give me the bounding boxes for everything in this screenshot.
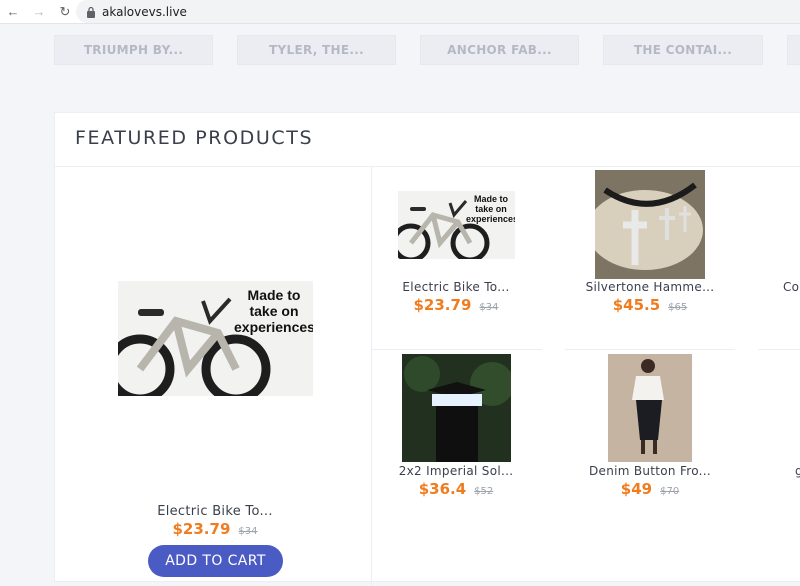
featured-products-panel: FEATURED PRODUCTS Made to take on experi… (54, 112, 800, 586)
section-title: FEATURED PRODUCTS (75, 127, 314, 149)
lock-icon (87, 6, 95, 18)
product-image-denim-skirt[interactable] (608, 354, 692, 462)
original-price: $65 (668, 302, 688, 313)
product-name[interactable]: Co (783, 280, 800, 294)
product-image-bike[interactable]: Made to take on experiences (118, 281, 313, 396)
product-name[interactable]: Electric Bike To... (115, 504, 315, 519)
product-name[interactable]: 2x2 Imperial Sol... (381, 464, 531, 478)
category-item[interactable]: TRIUMPH BY... (54, 35, 213, 65)
current-price: $23.79 (172, 520, 231, 538)
product-price: $23.79 $34 (381, 296, 531, 314)
image-caption: experiences (234, 319, 313, 335)
image-caption: Made to (247, 287, 301, 303)
current-price: $36.4 (418, 480, 467, 498)
product-price: $49 $70 (575, 480, 725, 498)
product-price: $36.4 $52 (381, 480, 531, 498)
image-caption: experiences (466, 214, 515, 224)
image-caption: Made to (473, 194, 508, 204)
product-name[interactable]: Denim Button Fro... (575, 464, 725, 478)
original-price: $34 (238, 526, 258, 537)
current-price: $23.79 (413, 296, 472, 314)
category-item[interactable] (787, 35, 800, 65)
product-name[interactable]: Silvertone Hamme... (575, 280, 725, 294)
address-bar[interactable]: akalovevs.live (76, 0, 800, 23)
category-strip: TRIUMPH BY... TYLER, THE... ANCHOR FAB..… (0, 24, 800, 69)
category-item[interactable]: ANCHOR FAB... (420, 35, 579, 65)
product-name[interactable]: g (795, 464, 800, 478)
model-illustration (608, 354, 692, 462)
product-image-bike[interactable]: Made to take on experiences (398, 191, 515, 259)
original-price: $70 (660, 486, 680, 497)
product-name[interactable]: Electric Bike To... (381, 280, 531, 294)
add-to-cart-button[interactable]: ADD TO CART (148, 545, 283, 577)
reload-icon[interactable]: ↻ (58, 4, 72, 19)
post-light-illustration (402, 354, 511, 462)
image-caption: take on (475, 204, 507, 214)
forward-arrow-icon[interactable]: → (32, 4, 46, 19)
product-price: $45.5 $65 (575, 296, 725, 314)
back-arrow-icon[interactable]: ← (6, 4, 20, 19)
category-item[interactable]: THE CONTAI... (603, 35, 763, 65)
divider (55, 166, 800, 167)
original-price: $34 (479, 302, 499, 313)
url-text: akalovevs.live (102, 4, 187, 19)
divider (371, 166, 372, 586)
image-caption: take on (249, 303, 299, 319)
product-price: $23.79 $34 (115, 520, 315, 538)
browser-toolbar: ← → ↻ akalovevs.live (0, 0, 800, 24)
divider (565, 349, 735, 350)
current-price: $45.5 (612, 296, 661, 314)
category-item[interactable]: TYLER, THE... (237, 35, 396, 65)
original-price: $52 (474, 486, 494, 497)
product-image-post-light[interactable] (402, 354, 511, 462)
divider (758, 349, 800, 350)
divider (372, 349, 542, 350)
current-price: $49 (620, 480, 653, 498)
product-image-necklace[interactable] (595, 170, 705, 279)
necklace-illustration (595, 170, 705, 279)
